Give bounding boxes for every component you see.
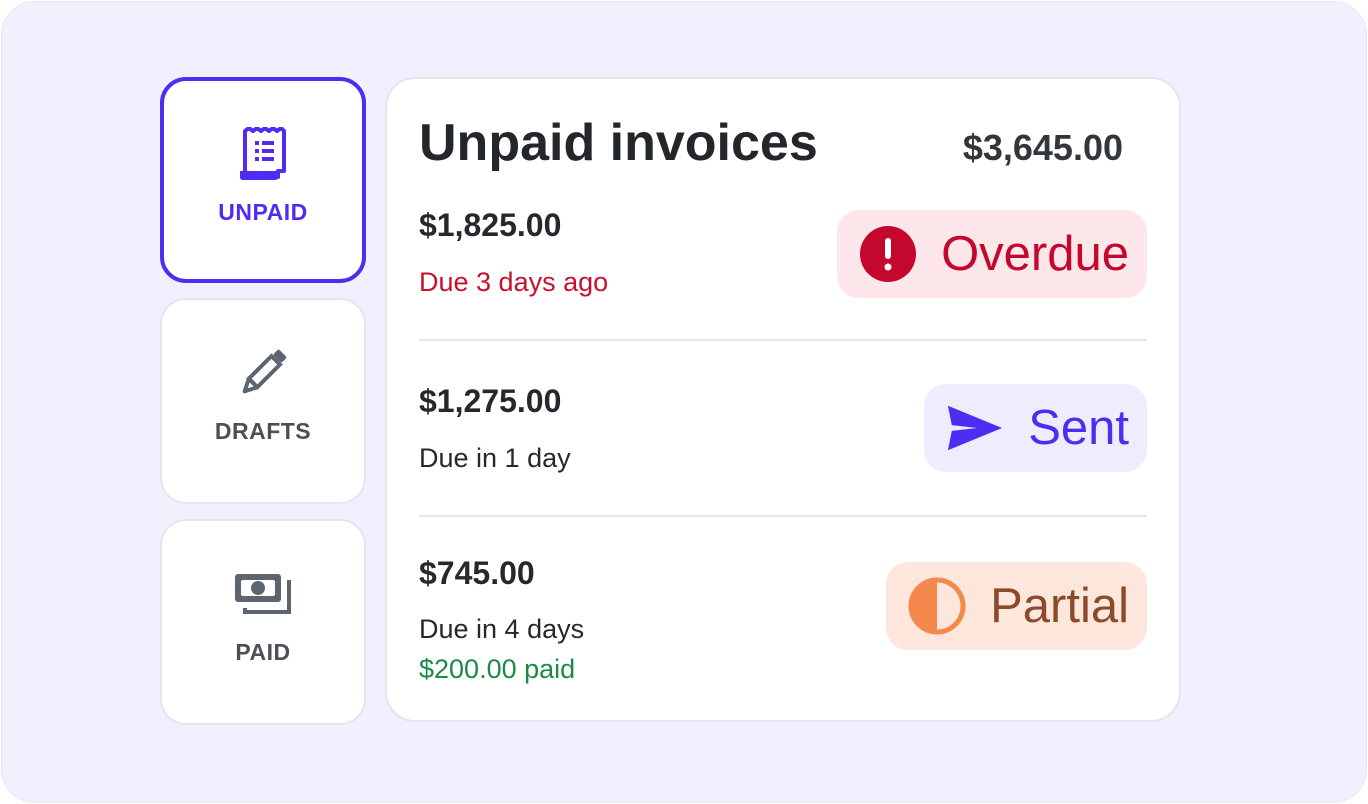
half-circle-icon <box>908 577 966 635</box>
invoice-amount: $745.00 <box>419 555 535 591</box>
invoice-due: Due 3 days ago <box>419 267 609 297</box>
receipt-icon <box>238 125 288 183</box>
invoice-amount: $1,825.00 <box>419 207 562 243</box>
invoice-due: Due in 1 day <box>419 443 571 473</box>
total-amount: $3,645.00 <box>962 127 1123 168</box>
tab-drafts[interactable]: DRAFTS <box>160 298 366 504</box>
banknotes-icon <box>233 565 293 623</box>
status-badge-overdue[interactable]: Overdue <box>837 210 1147 298</box>
status-label: Partial <box>990 579 1129 633</box>
invoice-amount: $1,275.00 <box>419 383 562 419</box>
tab-paid[interactable]: PAID <box>160 519 366 725</box>
paid-amount-note: $200.00 paid <box>419 654 576 684</box>
page-title: Unpaid invoices <box>419 114 818 172</box>
send-icon <box>946 399 1004 457</box>
status-badge-partial[interactable]: Partial <box>886 562 1147 650</box>
status-label: Overdue <box>941 227 1129 281</box>
status-badge-sent[interactable]: Sent <box>924 384 1147 472</box>
divider <box>419 339 1147 341</box>
pencil-icon <box>237 344 289 402</box>
invoice-due: Due in 4 days <box>419 614 585 644</box>
tab-label: PAID <box>235 639 291 665</box>
invoices-card: Unpaid invoices $3,645.00 $1,825.00 Due … <box>385 77 1181 722</box>
tab-unpaid[interactable]: UNPAID <box>160 77 366 283</box>
alert-circle-icon <box>859 225 917 283</box>
tab-label: UNPAID <box>218 199 308 225</box>
status-label: Sent <box>1028 401 1129 455</box>
divider <box>419 515 1147 517</box>
tab-label: DRAFTS <box>214 418 312 444</box>
